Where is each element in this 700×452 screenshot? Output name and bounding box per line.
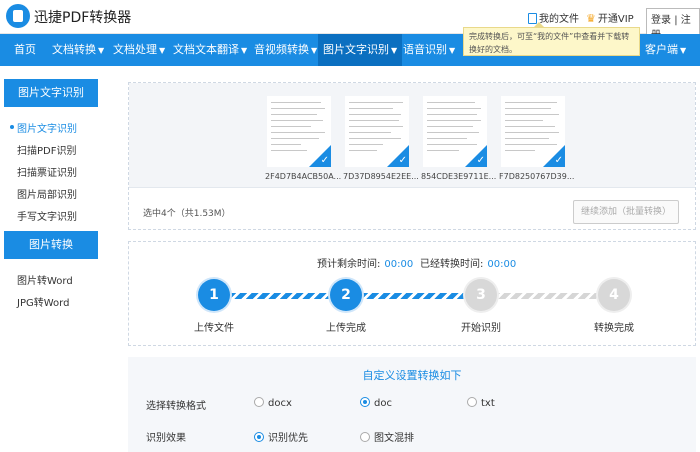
step-4-label: 转换完成: [594, 323, 634, 334]
caret-down-icon: ▼: [680, 46, 687, 55]
sidebar-item-image-to-word[interactable]: 图片转Word: [17, 272, 73, 287]
caret-down-icon: ▼: [391, 46, 398, 55]
sidebar-item-partial-ocr[interactable]: 图片局部识别: [17, 186, 77, 201]
caret-down-icon: ▼: [159, 46, 166, 55]
conversion-progress: 预计剩余时间: 00:00 已经转换时间: 00:00 1 2 3 4 上传文件 上…: [128, 241, 696, 346]
login-link[interactable]: 登录: [651, 15, 671, 26]
step-3-label: 开始识别: [461, 323, 501, 334]
remaining-time: 预计剩余时间: 00:00: [317, 259, 414, 270]
step-1-circle: 1: [198, 279, 230, 311]
sidebar-group-ocr-title: 图片文字识别: [4, 79, 98, 107]
caret-down-icon: ▼: [241, 46, 248, 55]
radio-button-selected: [254, 432, 264, 442]
nav-doc-convert[interactable]: 文档转换 ▼: [52, 34, 104, 66]
file-thumbnails: ✓ ✓ ✓ ✓ 2F4D7B4ACB50A... 7D37D8954E2EE..…: [129, 83, 695, 187]
radio-button: [467, 397, 477, 407]
format-radio-docx[interactable]: docx: [254, 397, 292, 409]
progress-bar-segment: [493, 293, 613, 299]
file-name: 7D37D8954E2EE...: [343, 172, 419, 181]
step-3-circle: 3: [465, 279, 497, 311]
effect-radio-mixed-layout[interactable]: 图文混排: [360, 429, 414, 444]
vip-link[interactable]: ♛ 开通VIP: [586, 10, 634, 25]
nav-voice[interactable]: 语音识别 ▼: [403, 34, 455, 66]
settings-title: 自定义设置转换如下: [362, 369, 462, 382]
nav-home[interactable]: 首页: [14, 34, 36, 66]
file-name: 2F4D7B4ACB50A...: [265, 172, 342, 181]
file-thumbnail[interactable]: ✓: [501, 96, 565, 167]
format-radio-doc[interactable]: doc: [360, 397, 392, 409]
nav-doc-process[interactable]: 文档处理 ▼: [113, 34, 165, 66]
file-name: F7D8250767D39...: [499, 172, 575, 181]
crown-icon: ♛: [586, 12, 596, 25]
sidebar-item-scan-ticket[interactable]: 扫描票证识别: [17, 164, 77, 179]
nav-ocr[interactable]: 图片文字识别 ▼: [318, 34, 403, 66]
file-thumbnail[interactable]: ✓: [267, 96, 331, 167]
radio-button: [360, 432, 370, 442]
format-radio-txt[interactable]: txt: [467, 397, 495, 409]
download-tooltip: 完成转换后，可至“我的文件”中查看并下载转换好的文档。: [463, 22, 640, 56]
file-thumbnail[interactable]: ✓: [423, 96, 487, 167]
logo-icon: [6, 4, 30, 28]
effect-label: 识别效果: [146, 433, 186, 444]
format-label: 选择转换格式: [146, 401, 206, 412]
add-more-button[interactable]: 继续添加（批量转换）: [573, 200, 679, 224]
upload-panel: ✓ ✓ ✓ ✓ 2F4D7B4ACB50A... 7D37D8954E2EE..…: [128, 82, 696, 230]
sidebar-item-scan-pdf[interactable]: 扫描PDF识别: [17, 142, 76, 157]
active-dot-icon: [10, 125, 14, 129]
progress-bar-segment: [361, 293, 481, 299]
step-4-circle: 4: [598, 279, 630, 311]
nav-client[interactable]: 客户端 ▼: [645, 34, 686, 66]
conversion-settings: 自定义设置转换如下 选择转换格式 docx doc txt 识别效果 识别优先 …: [128, 357, 696, 452]
step-2-label: 上传完成: [326, 323, 366, 334]
caret-down-icon: ▼: [98, 46, 105, 55]
sidebar-group-image-convert-title: 图片转换: [4, 231, 98, 259]
file-name: 854CDE3E9711E...: [421, 172, 497, 181]
caret-down-icon: ▼: [311, 46, 318, 55]
sidebar-item-handwriting[interactable]: 手写文字识别: [17, 208, 77, 223]
sidebar-item-image-ocr[interactable]: 图片文字识别: [17, 120, 77, 135]
sidebar: 图片文字识别 图片文字识别 扫描PDF识别 扫描票证识别 图片局部识别 手写文字…: [0, 66, 104, 452]
nav-av-convert[interactable]: 音视频转换 ▼: [254, 34, 317, 66]
radio-button: [254, 397, 264, 407]
app-title: 迅捷PDF转换器: [34, 10, 132, 26]
caret-down-icon: ▼: [449, 46, 456, 55]
elapsed-time: 已经转换时间: 00:00: [420, 259, 517, 270]
step-2-circle: 2: [330, 279, 362, 311]
sidebar-item-jpg-to-word[interactable]: JPG转Word: [17, 294, 69, 309]
upload-footer: 选中4个（共1.53M） 继续添加（批量转换）: [129, 187, 695, 229]
file-thumbnail[interactable]: ✓: [345, 96, 409, 167]
step-1-label: 上传文件: [194, 323, 234, 334]
effect-radio-recognition-first[interactable]: 识别优先: [254, 429, 308, 444]
selected-count: 选中4个（共1.53M）: [143, 209, 231, 219]
radio-button-selected: [360, 397, 370, 407]
nav-translate[interactable]: 文档文本翻译 ▼: [173, 34, 247, 66]
